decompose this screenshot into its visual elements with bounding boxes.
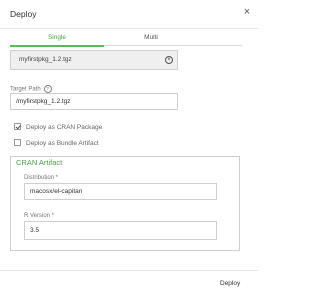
dialog-title: Deploy xyxy=(10,9,37,19)
target-path-input[interactable]: /myfirstpkg_1.2.tgz xyxy=(10,93,178,110)
tab-single[interactable]: Single xyxy=(10,32,104,44)
tab-divider xyxy=(104,45,242,46)
tab-multi[interactable]: Multi xyxy=(104,32,198,44)
deploy-as-bundle-artifact-checkbox[interactable] xyxy=(14,139,21,146)
help-icon[interactable]: ? xyxy=(43,85,52,93)
dialog-header: Deploy × xyxy=(0,0,258,28)
deploy-button[interactable]: Deploy xyxy=(220,280,240,287)
tab-single-indicator xyxy=(10,45,104,47)
footer-divider xyxy=(0,270,258,271)
header-divider xyxy=(0,28,258,29)
deploy-as-cran-package-checkbox[interactable] xyxy=(14,123,21,130)
target-path-label: Target Path? xyxy=(10,85,52,93)
clear-file-icon[interactable]: × xyxy=(165,56,173,64)
close-icon[interactable]: × xyxy=(241,5,253,19)
deploy-as-bundle-artifact-label: Deploy as Bundle Artifact xyxy=(26,140,99,147)
selected-file-name: myfirstpkg_1.2.tgz xyxy=(19,56,72,63)
r-version-value: 3.5 xyxy=(30,227,40,234)
r-version-input[interactable]: 3.5 xyxy=(24,221,217,240)
deploy-as-cran-package-label: Deploy as CRAN Package xyxy=(26,124,103,131)
r-version-label: R Version * xyxy=(24,213,55,219)
deploy-dialog: Deploy × Single Multi myfirstpkg_1.2.tgz… xyxy=(0,0,258,300)
selected-file-field[interactable]: myfirstpkg_1.2.tgz × xyxy=(10,50,178,70)
distribution-label: Distribution * xyxy=(24,175,59,181)
target-path-label-text: Target Path xyxy=(10,86,41,93)
distribution-input[interactable]: macosx/el-capitan xyxy=(24,183,217,200)
distribution-value: macosx/el-capitan xyxy=(30,188,83,195)
target-path-value: /myfirstpkg_1.2.tgz xyxy=(16,98,71,105)
cran-artifact-title: CRAN Artifact xyxy=(16,158,63,167)
